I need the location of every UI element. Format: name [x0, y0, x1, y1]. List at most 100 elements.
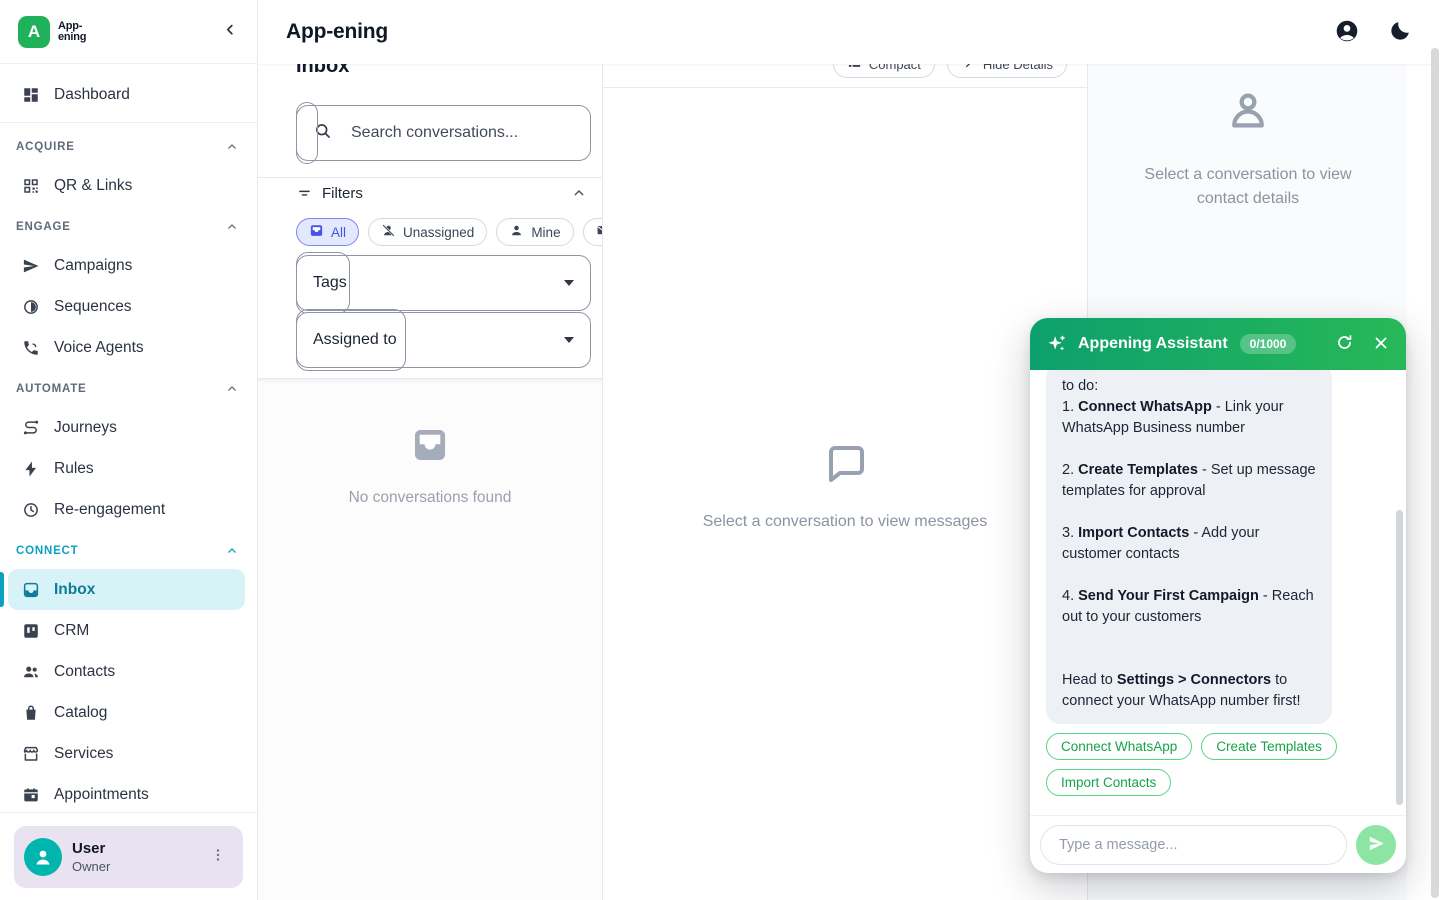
- assistant-message-intro: to do:: [1062, 376, 1316, 397]
- sidebar-item-voice-agents[interactable]: Voice Agents: [0, 327, 257, 368]
- assistant-message-input[interactable]: [1040, 825, 1347, 865]
- assigned-to-select[interactable]: Assigned to: [296, 312, 591, 368]
- clock-icon: [22, 501, 40, 519]
- sidebar-item-catalog[interactable]: Catalog: [0, 692, 257, 733]
- sidebar-item-crm[interactable]: CRM: [0, 610, 257, 651]
- app-logo-letter: A: [28, 22, 40, 42]
- sidebar: A App- ening Dashboard ACQUIRE: [0, 0, 258, 900]
- shopping-bag-icon: [22, 704, 40, 722]
- page-scrollbar[interactable]: [1431, 48, 1439, 898]
- sidebar-section-automate[interactable]: AUTOMATE: [0, 371, 257, 407]
- search-input[interactable]: [349, 123, 569, 143]
- suggestion-import-contacts[interactable]: Import Contacts: [1046, 769, 1171, 796]
- sidebar-collapse-button[interactable]: [221, 21, 239, 42]
- assistant-scrollbar[interactable]: [1396, 510, 1403, 805]
- sidebar-section-engage[interactable]: ENGAGE: [0, 209, 257, 245]
- app-logo-text: App- ening: [58, 21, 86, 43]
- account-button[interactable]: [1334, 18, 1360, 47]
- filters-row: Filters: [296, 184, 587, 202]
- user-card[interactable]: User Owner: [14, 826, 243, 888]
- page-title: App-ening: [286, 20, 388, 44]
- assistant-message-area[interactable]: to do: 1. Connect WhatsApp - Link your W…: [1030, 370, 1406, 815]
- theme-toggle-button[interactable]: [1388, 19, 1412, 46]
- conversation-list: No conversations found: [258, 378, 602, 900]
- suggestion-connect-whatsapp[interactable]: Connect WhatsApp: [1046, 733, 1192, 760]
- tags-select[interactable]: Tags: [296, 255, 591, 311]
- account-circle-icon: [1334, 18, 1360, 47]
- assistant-message-step: 3. Import Contacts - Add your customer c…: [1062, 523, 1316, 565]
- filters-label: Filters: [322, 185, 363, 202]
- qr-code-icon: [22, 177, 40, 195]
- assistant-suggestions: Connect WhatsApp Create Templates Import…: [1046, 733, 1346, 796]
- close-icon: [1372, 334, 1390, 355]
- sidebar-section-acquire[interactable]: ACQUIRE: [0, 129, 257, 165]
- chevron-up-icon: [225, 220, 239, 234]
- sidebar-item-contacts[interactable]: Contacts: [0, 651, 257, 692]
- assistant-refresh-button[interactable]: [1335, 333, 1354, 355]
- conversations-empty-text: No conversations found: [258, 489, 602, 507]
- filters-collapse-button[interactable]: [571, 185, 587, 201]
- chevron-up-icon: [225, 544, 239, 558]
- sidebar-footer: User Owner: [0, 812, 257, 900]
- person-off-icon: [381, 223, 396, 241]
- send-icon: [22, 257, 40, 275]
- moon-icon: [1388, 19, 1412, 46]
- refresh-icon: [1335, 333, 1354, 355]
- mail-unread-icon: [596, 223, 603, 241]
- filter-chip-mine[interactable]: Mine: [496, 218, 573, 246]
- lightning-bolt-icon: [22, 460, 40, 478]
- assistant-message-bubble: to do: 1. Connect WhatsApp - Link your W…: [1046, 370, 1332, 724]
- sidebar-item-appointments[interactable]: Appointments: [0, 774, 257, 812]
- sidebar-item-qr-links[interactable]: QR & Links: [0, 165, 257, 206]
- sidebar-item-rules[interactable]: Rules: [0, 448, 257, 489]
- paper-plane-icon: [1367, 834, 1386, 856]
- sidebar-item-re-engagement[interactable]: Re-engagement: [0, 489, 257, 530]
- messages-empty-state: Select a conversation to view messages: [603, 70, 1087, 900]
- inbox-panel-title: Inbox: [296, 64, 349, 78]
- contrast-circle-icon: [22, 298, 40, 316]
- assistant-message-step: 4. Send Your First Campaign - Reach out …: [1062, 586, 1316, 628]
- filter-chip-unassigned[interactable]: Unassigned: [368, 218, 487, 246]
- assistant-message-step: 1. Connect WhatsApp - Link your WhatsApp…: [1062, 397, 1316, 439]
- user-meta: User Owner: [72, 840, 110, 874]
- dropdown-arrow-icon: [564, 280, 574, 286]
- person-outline-icon: [1225, 88, 1271, 134]
- app-logo: A: [18, 16, 50, 48]
- assistant-title: Appening Assistant: [1078, 335, 1228, 353]
- sidebar-item-inbox[interactable]: Inbox: [8, 569, 245, 610]
- sidebar-item-dashboard[interactable]: Dashboard: [0, 74, 257, 115]
- sidebar-item-sequences[interactable]: Sequences: [0, 286, 257, 327]
- filter-chip-all[interactable]: All: [296, 218, 359, 246]
- chevron-up-icon: [225, 140, 239, 154]
- sidebar-nav: Dashboard ACQUIRE QR & Links ENGAGE Camp…: [0, 64, 257, 812]
- assistant-send-button[interactable]: [1356, 825, 1396, 865]
- inbox-icon: [22, 581, 40, 599]
- chat-icon: [309, 223, 324, 241]
- search-icon: [313, 121, 333, 146]
- nav-divider: [0, 122, 257, 123]
- sidebar-item-campaigns[interactable]: Campaigns: [0, 245, 257, 286]
- sparkles-icon: [1046, 333, 1068, 355]
- assistant-footer: [1030, 815, 1406, 873]
- search-field: [296, 105, 591, 161]
- person-icon: [509, 223, 524, 241]
- messages-panel: Compact Hide Details Select a conversati…: [603, 64, 1088, 900]
- user-menu-button[interactable]: [203, 845, 233, 868]
- dropdown-arrow-icon: [564, 337, 574, 343]
- filter-chip-unread[interactable]: Unread: [583, 218, 603, 246]
- suggestion-create-templates[interactable]: Create Templates: [1201, 733, 1337, 760]
- inbox-panel: Inbox Filters All Unassigned Mine: [258, 64, 603, 900]
- user-role: Owner: [72, 859, 110, 874]
- details-empty-text: Select a conversation to view contact de…: [1088, 163, 1407, 211]
- sidebar-section-connect[interactable]: CONNECT: [0, 533, 257, 569]
- sidebar-item-services[interactable]: Services: [0, 733, 257, 774]
- dashboard-icon: [22, 86, 40, 104]
- assistant-close-button[interactable]: [1372, 334, 1390, 355]
- assistant-message-step: 2. Create Templates - Set up message tem…: [1062, 460, 1316, 502]
- sidebar-item-journeys[interactable]: Journeys: [0, 407, 257, 448]
- filter-chips-row: All Unassigned Mine Unread: [296, 218, 603, 246]
- chat-bubble-icon: [821, 439, 869, 487]
- storefront-icon: [22, 745, 40, 763]
- conversations-empty-state: No conversations found: [258, 426, 602, 507]
- chevron-left-icon: [221, 21, 239, 42]
